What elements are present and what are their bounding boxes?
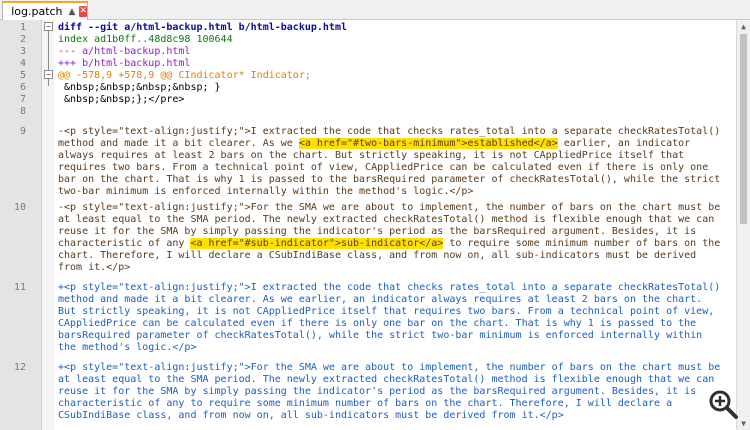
line-number: 8	[19, 106, 26, 117]
code-line[interactable]: -<p style="text-align:justify;">I extrac…	[58, 126, 720, 198]
close-icon[interactable]: ✕	[79, 6, 87, 17]
code-text: +<p style="text-align:justify;">For the …	[58, 362, 721, 421]
code-text: @@ -578,9 +578,9 @@ CIndicator* Indicato…	[58, 70, 311, 81]
line-number: 6	[19, 82, 26, 93]
line-number: 7	[19, 94, 26, 105]
zoom-in-icon[interactable]	[706, 388, 742, 420]
code-line[interactable]: +++ b/html-backup.html	[58, 58, 190, 70]
pin-icon[interactable]: ▲	[69, 7, 76, 17]
line-number: 4	[19, 58, 26, 69]
line-number: 5	[19, 70, 26, 81]
code-line[interactable]: index ad1b0ff..48d8c98 100644	[58, 34, 233, 46]
highlighted-link: <a href="#two-bars-minimum">established<…	[298, 138, 558, 149]
tab-bar: log.patch ▲ ✕	[0, 0, 750, 20]
code-text: &nbsp;&nbsp;&nbsp;&nbsp; }	[58, 82, 221, 93]
code-line[interactable]: -<p style="text-align:justify;">For the …	[58, 202, 720, 274]
line-number: 10	[13, 202, 26, 213]
line-number: 2	[19, 34, 26, 45]
code-text: --- a/html-backup.html	[58, 46, 191, 57]
tab-log-patch[interactable]: log.patch ▲ ✕	[2, 1, 88, 20]
fold-toggle-icon[interactable]: −	[44, 70, 53, 79]
code-text: diff --git a/html-backup.html b/html-bac…	[58, 22, 347, 33]
code-text: +<p style="text-align:justify;">I extrac…	[58, 282, 721, 353]
scrollbar-thumb[interactable]	[740, 34, 747, 224]
code-line[interactable]: &nbsp;&nbsp;};</pre>	[58, 94, 184, 106]
code-text: +++ b/html-backup.html	[58, 58, 191, 69]
code-line[interactable]: diff --git a/html-backup.html b/html-bac…	[58, 22, 347, 34]
vertical-scrollbar[interactable]: ▲ ▼	[736, 20, 750, 430]
scroll-down-icon[interactable]: ▼	[739, 419, 748, 428]
line-number: 3	[19, 46, 26, 57]
code-line[interactable]: --- a/html-backup.html	[58, 46, 190, 58]
line-number: 9	[19, 126, 26, 137]
scroll-up-icon[interactable]: ▲	[739, 22, 748, 31]
code-line[interactable]	[58, 106, 64, 118]
code-line[interactable]: &nbsp;&nbsp;&nbsp;&nbsp; }	[58, 82, 221, 94]
code-line[interactable]: @@ -578,9 +578,9 @@ CIndicator* Indicato…	[58, 70, 311, 82]
tab-title: log.patch	[11, 5, 63, 18]
fold-toggle-icon[interactable]: −	[44, 22, 53, 31]
code-line[interactable]: +<p style="text-align:justify;">I extrac…	[58, 282, 720, 354]
editor-area[interactable]: − − 1 diff --git a/html-backup.html b/htm…	[0, 20, 736, 430]
line-number: 1	[19, 22, 26, 33]
code-text: index ad1b0ff..48d8c98 100644	[58, 34, 233, 45]
code-line[interactable]: +<p style="text-align:justify;">For the …	[58, 362, 720, 422]
line-number: 12	[13, 362, 26, 373]
line-number: 11	[13, 282, 26, 293]
highlighted-link: <a href="#sub-indicator">sub-indicator</…	[190, 238, 444, 249]
code-text: &nbsp;&nbsp;};</pre>	[58, 94, 185, 105]
